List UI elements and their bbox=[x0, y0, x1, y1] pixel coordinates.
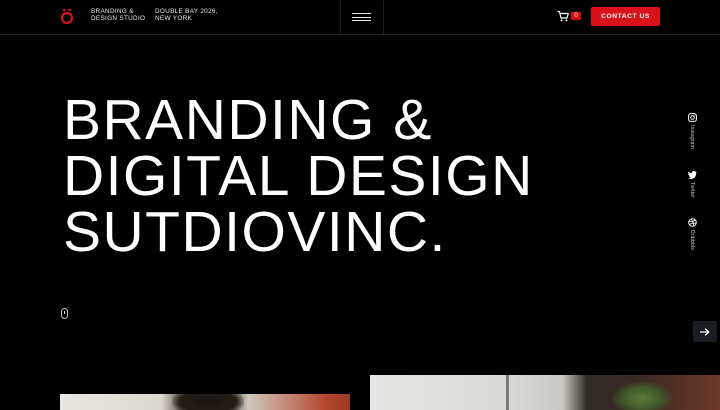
hero-line-3: SUTDIOVINC. bbox=[63, 200, 447, 264]
mouse-scroll-icon[interactable] bbox=[61, 308, 68, 319]
social-link-twitter[interactable]: Twitter bbox=[684, 170, 700, 198]
header-divider bbox=[383, 0, 384, 35]
hero-headline: BRANDING & DIGITAL DESIGN SUTDIOVINC. bbox=[63, 88, 534, 264]
contact-us-button[interactable]: CONTACT US bbox=[591, 7, 660, 26]
gallery-image-2[interactable] bbox=[370, 375, 720, 410]
dribbble-icon bbox=[687, 218, 697, 227]
hero-line-1: BRANDING & bbox=[63, 88, 433, 152]
arrow-right-icon bbox=[700, 327, 710, 336]
social-label: Dribbble bbox=[689, 230, 695, 251]
social-link-instagram[interactable]: Instagram bbox=[684, 113, 700, 149]
cart-count-badge: 0 bbox=[571, 12, 581, 20]
hero-line-2: DIGITAL DESIGN bbox=[63, 144, 534, 208]
logo-icon[interactable] bbox=[60, 8, 74, 24]
photo-detail bbox=[506, 375, 509, 410]
next-slide-button[interactable] bbox=[693, 321, 717, 342]
photo-plant bbox=[612, 381, 672, 410]
header-divider bbox=[340, 0, 341, 35]
instagram-icon bbox=[687, 113, 697, 122]
twitter-icon bbox=[687, 170, 697, 179]
hamburger-menu-icon[interactable] bbox=[352, 12, 371, 22]
social-label: Twitter bbox=[689, 182, 695, 199]
cart-icon[interactable] bbox=[557, 10, 569, 22]
social-link-dribbble[interactable]: Dribbble bbox=[684, 218, 700, 250]
gallery-image-1[interactable] bbox=[60, 394, 350, 410]
studio-tagline: BRANDING & DESIGN STUDIO bbox=[91, 8, 146, 23]
top-navigation-bar: BRANDING & DESIGN STUDIO DOUBLE BAY 2026… bbox=[0, 0, 720, 35]
photo-subject bbox=[172, 394, 244, 410]
social-label: Instagram bbox=[689, 125, 695, 150]
studio-address: DOUBLE BAY 2026, NEW YORK bbox=[155, 8, 218, 23]
